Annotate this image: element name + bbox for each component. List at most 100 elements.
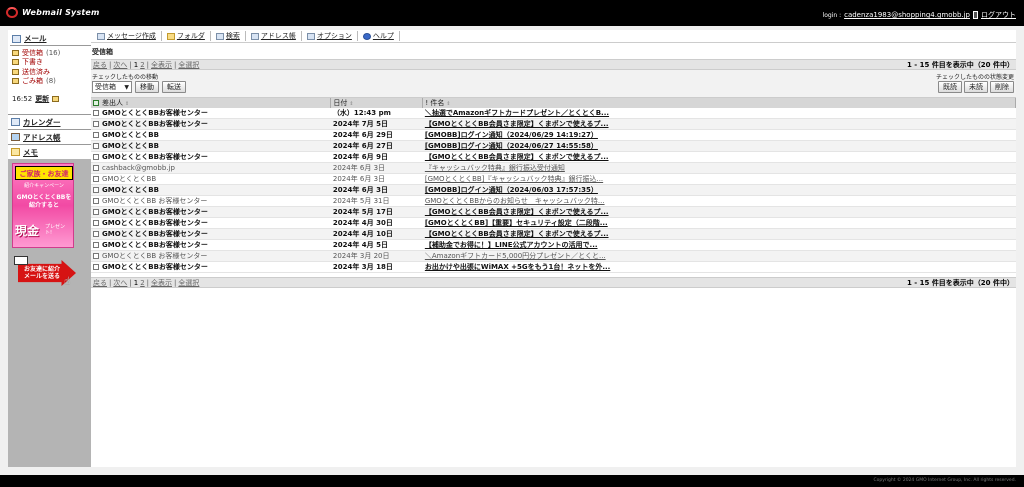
delete-button[interactable]: 削除 — [990, 81, 1014, 93]
table-row[interactable]: GMOとくとくBB 2024年 6月 3日 [GMOとくとくBB]『キャッシュバック… — [91, 173, 1016, 185]
table-row[interactable]: GMOとくとくBBお客様センター 2024年 4月 10日 【GMOとくとくBB会員… — [91, 228, 1016, 240]
table-row[interactable]: GMOとくとくBBお客様センター 2024年 3月 18日 お出かけや出張にWiMA… — [91, 261, 1016, 273]
select-all-checkbox[interactable] — [93, 100, 99, 106]
compose-button[interactable]: メッセージ作成 — [92, 31, 162, 41]
pager-page-2[interactable]: 2 — [140, 61, 144, 69]
move-button[interactable]: 移動 — [135, 81, 159, 93]
table-row[interactable]: GMOとくとくBBお客様センター （水）12:43 pm ＼抽選でAmazonギフト… — [91, 108, 1016, 119]
search-button[interactable]: 検索 — [211, 31, 246, 41]
help-button[interactable]: ヘルプ — [358, 31, 400, 41]
options-button[interactable]: オプション — [302, 31, 358, 41]
row-checkbox[interactable] — [93, 110, 99, 116]
refresh-icon[interactable] — [52, 96, 60, 102]
column-date[interactable]: 日付 ⇕ — [330, 98, 424, 108]
date-cell: 2024年 7月 5日 — [330, 118, 423, 130]
folder-sent[interactable]: 送信済み — [12, 67, 91, 77]
column-date-label: 日付 — [333, 99, 348, 107]
sort-icon[interactable]: ⇕ — [349, 101, 353, 107]
table-row[interactable]: cashback@gmobb.jp 2024年 6月 3日 『キャッシュバック特典』… — [91, 162, 1016, 174]
subject-link[interactable]: [GMOとくとくBB]【重要】セキュリティ設定（二段階... — [425, 219, 608, 227]
subject-link[interactable]: 『キャッシュバック特典』銀行振込受付通知 — [425, 164, 565, 172]
sort-icon[interactable]: ⇕ — [446, 101, 450, 107]
pager-back[interactable]: 戻る — [93, 278, 107, 288]
row-checkbox[interactable] — [93, 209, 99, 215]
folder-trash[interactable]: ごみ箱 (8) — [12, 77, 91, 87]
subject-link[interactable]: お出かけや出張にWiMAX +5Gをもう1台！ネットを外... — [425, 263, 610, 271]
mark-read-button[interactable]: 既読 — [938, 81, 962, 93]
folder-drafts[interactable]: 下書き — [12, 58, 91, 68]
subject-link[interactable]: [GMOとくとくBB]『キャッシュバック特典』銀行振込... — [425, 175, 603, 183]
compose-label: メッセージ作成 — [107, 32, 156, 40]
row-checkbox[interactable] — [93, 242, 99, 248]
date-cell: 2024年 4月 10日 — [330, 228, 423, 240]
subject-link[interactable]: ＼抽選でAmazonギフトカードプレゼント／とくとくB... — [425, 109, 609, 117]
addressbook-label: アドレス帳 — [23, 132, 61, 142]
subject-link[interactable]: [GMOBB]ログイン通知（2024/06/03 17:57:35） — [425, 186, 598, 194]
sort-icon[interactable]: ⇕ — [125, 101, 129, 107]
subject-link[interactable]: [GMOBB]ログイン通知（2024/06/27 14:55:58） — [425, 142, 598, 150]
row-checkbox[interactable] — [93, 165, 99, 171]
calendar-nav[interactable]: カレンダー — [8, 114, 91, 129]
table-row[interactable]: GMOとくとくBBお客様センター 2024年 4月 30日 [GMOとくとくBB]【… — [91, 217, 1016, 229]
pager-select-all[interactable]: 全選択 — [178, 60, 199, 70]
subject-link[interactable]: 【GMOとくとくBB会員さま限定】くまポンで使えるプ... — [425, 230, 609, 238]
memo-nav[interactable]: メモ — [8, 144, 91, 159]
column-sender[interactable]: 差出人 ⇕ — [91, 98, 332, 108]
subject-link[interactable]: ＼Amazonギフトカード5,000円分プレゼント／とくと... — [425, 252, 606, 260]
state-label: チェックしたものの状態変更 — [935, 74, 1014, 81]
move-target-select[interactable]: 受信箱 ▼ — [92, 81, 132, 93]
row-checkbox[interactable] — [93, 264, 99, 270]
addressbook-button[interactable]: アドレス帳 — [246, 31, 302, 41]
row-checkbox[interactable] — [93, 176, 99, 182]
subject-link[interactable]: [GMOBB]ログイン通知（2024/06/29 14:19:27） — [425, 131, 598, 139]
table-row[interactable]: GMOとくとくBBお客様センター 2024年 5月 17日 【GMOとくとくBB会員… — [91, 206, 1016, 218]
mail-nav[interactable]: メール — [10, 32, 91, 46]
row-checkbox[interactable] — [93, 187, 99, 193]
table-row[interactable]: GMOとくとくBBお客様センター 2024年 4月 5日 【補助金でお得に！】LIN… — [91, 239, 1016, 251]
addressbook-nav[interactable]: アドレス帳 — [8, 129, 91, 144]
table-row[interactable]: GMOとくとくBB 2024年 6月 27日 [GMOBB]ログイン通知（2024/… — [91, 140, 1016, 152]
subject-link[interactable]: 【GMOとくとくBB会員さま限定】くまポンで使えるプ... — [425, 120, 609, 128]
mark-unread-button[interactable]: 未読 — [964, 81, 988, 93]
pager-show-all[interactable]: 全表示 — [151, 60, 172, 70]
table-row[interactable]: GMOとくとくBB お客様センター 2024年 5月 31日 GMOとくとくBBから… — [91, 195, 1016, 207]
row-checkbox[interactable] — [93, 220, 99, 226]
forward-button[interactable]: 転送 — [162, 81, 186, 93]
table-row[interactable]: GMOとくとくBB 2024年 6月 3日 [GMOBB]ログイン通知（2024/0… — [91, 184, 1016, 196]
subject-link[interactable]: 【GMOとくとくBB会員さま限定】くまポンで使えるプ... — [425, 208, 609, 216]
pager-select-all[interactable]: 全選択 — [178, 278, 199, 288]
row-checkbox[interactable] — [93, 253, 99, 259]
referral-campaign-banner[interactable]: ご家族・お友達 紹介キャンペーン GMOとくとくBBを紹介すると 現金 プレゼン… — [12, 163, 74, 248]
row-checkbox[interactable] — [93, 154, 99, 160]
pager-show-all[interactable]: 全表示 — [151, 278, 172, 288]
subject-link[interactable]: 【補助金でお得に！】LINE公式アカウントの活用で... — [425, 241, 598, 249]
folders-button[interactable]: フォルダ — [162, 31, 211, 41]
table-row[interactable]: GMOとくとくBB 2024年 6月 29日 [GMOBB]ログイン通知（2024/… — [91, 129, 1016, 141]
row-checkbox[interactable] — [93, 143, 99, 149]
refresh-link[interactable]: 更新 — [35, 94, 49, 104]
login-email[interactable]: cadenza1983@shopping4.gmobb.jp — [844, 11, 970, 19]
folder-inbox[interactable]: 受信箱 (16) — [12, 48, 91, 58]
column-subject[interactable]: ! 件名 ⇕ — [422, 98, 1016, 108]
subject-link[interactable]: 【GMOとくとくBB会員さま限定】くまポンで使えるプ... — [425, 153, 609, 161]
row-checkbox[interactable] — [93, 198, 99, 204]
subject-link[interactable]: GMOとくとくBBからのお知らせ キャッシュバック特... — [425, 197, 605, 205]
row-checkbox[interactable] — [93, 121, 99, 127]
date-cell: 2024年 6月 27日 — [330, 140, 423, 152]
table-row[interactable]: GMOとくとくBB お客様センター 2024年 3月 20日 ＼Amazonギフトカ… — [91, 250, 1016, 262]
table-row[interactable]: GMOとくとくBBお客様センター 2024年 7月 5日 【GMOとくとくBB会員さ… — [91, 118, 1016, 130]
mail-nav-label: メール — [24, 34, 47, 43]
pager-page-2[interactable]: 2 — [140, 279, 144, 287]
state-controls: 既読 未読 削除 — [938, 81, 1014, 93]
pager-next[interactable]: 次へ — [113, 60, 127, 70]
row-checkbox[interactable] — [93, 231, 99, 237]
pager-next[interactable]: 次へ — [113, 278, 127, 288]
table-row[interactable]: GMOとくとくBBお客様センター 2024年 6月 9日 【GMOとくとくBB会員さ… — [91, 151, 1016, 163]
logout-button[interactable]: ログアウト — [973, 10, 1016, 20]
invite-friend-button[interactable]: お友達に紹介 メールを送る ☝ — [12, 256, 78, 292]
row-checkbox[interactable] — [93, 132, 99, 138]
move-target-value: 受信箱 — [95, 83, 116, 91]
drafts-icon — [12, 59, 19, 66]
pager-back[interactable]: 戻る — [93, 60, 107, 70]
compose-icon — [97, 32, 105, 40]
